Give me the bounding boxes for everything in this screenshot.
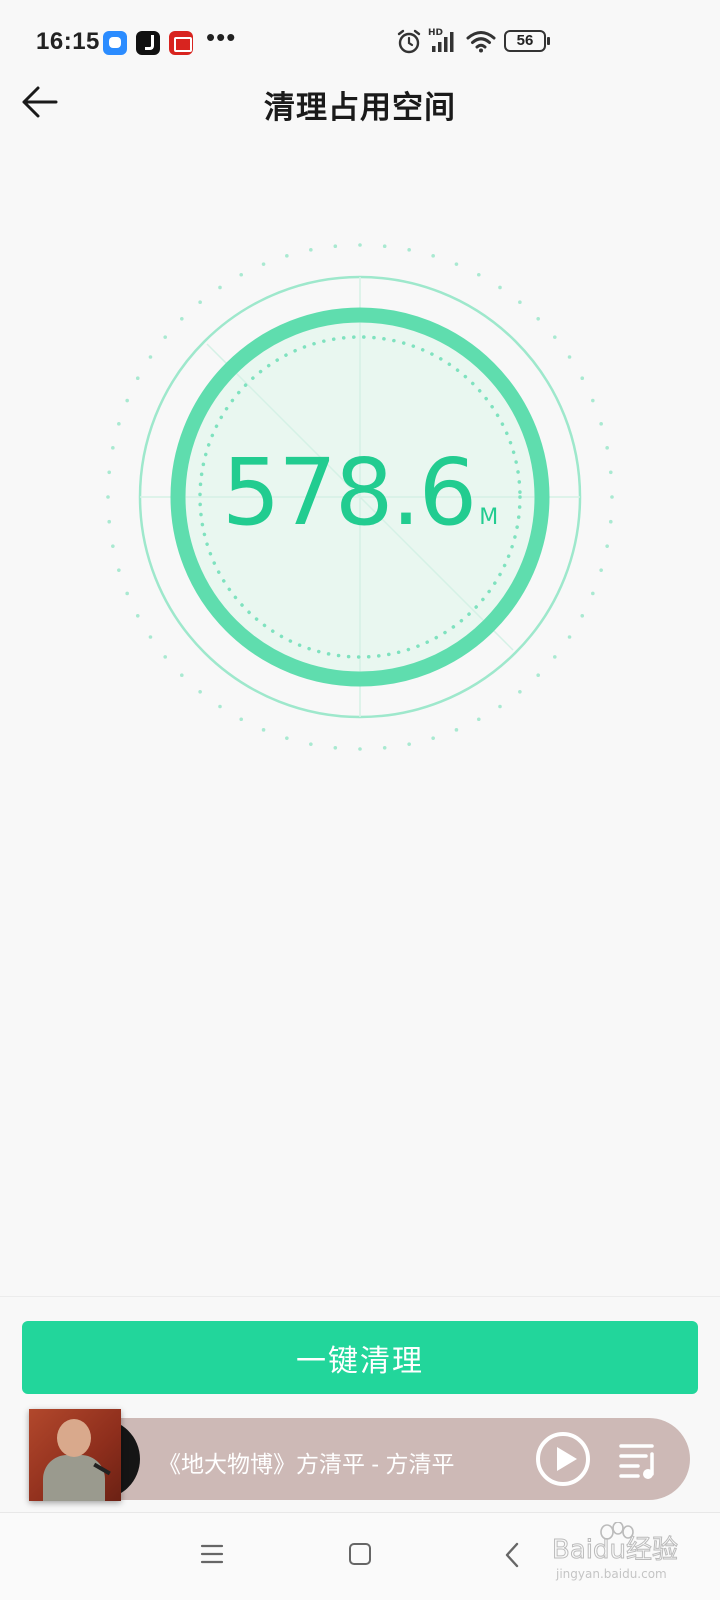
status-bar: 16:15 ••• HD 56 [0,0,720,78]
hd-label: HD [428,28,443,38]
back-icon[interactable] [500,1541,526,1569]
ring-dot [553,335,557,339]
storage-value: 578.6 [221,439,477,546]
ring-dot [198,300,202,304]
ring-dot [580,376,585,381]
watermark-url: jingyan.baidu.com [555,1567,667,1581]
ring-dot [599,422,603,426]
ring-dot [333,745,338,750]
wifi-icon [466,31,496,53]
ring-dot [125,398,129,403]
ring-dot [180,673,184,677]
hd-signal-icon: HD [428,28,454,52]
ring-dot [135,376,140,381]
ring-dot [117,422,121,426]
alarm-icon [397,29,421,54]
playlist-icon [619,1444,654,1479]
playlist-button[interactable] [618,1440,662,1480]
ring-dot [476,717,481,722]
ring-dot [239,717,244,722]
ring-dot [135,613,140,618]
ring-dot [180,317,184,321]
ring-dot [382,244,387,249]
ring-dot [198,690,202,694]
ring-dot [553,655,557,659]
ring-dot [599,568,603,572]
ring-dot [407,248,411,252]
ring-dot [536,317,540,321]
ring-dot [218,704,222,709]
ring-dot [536,673,540,677]
ring-dot [591,398,595,403]
more-notifications-icon: ••• [206,22,237,52]
ring-dot [163,655,167,659]
ring-dot [309,742,313,746]
ring-dot [580,613,585,618]
one-click-clean-button[interactable]: 一键清理 [22,1321,698,1394]
battery-indicator: 56 [504,30,550,52]
ring-dot [431,254,435,258]
home-icon[interactable] [349,1543,371,1565]
ring-dot [431,736,435,740]
ring-dot [382,745,387,750]
ring-dot [358,747,362,751]
watermark-brand: Baidu经验 [552,1535,678,1565]
page-title: 清理占用空间 [264,90,456,125]
ring-dot [591,591,595,596]
bottom-divider [0,1296,720,1297]
ring-dot [498,285,502,290]
ring-dot [358,243,362,247]
storage-gauge: 578.6 M [95,232,625,762]
play-button[interactable] [536,1432,590,1486]
ring-dot [518,690,522,694]
toutiao-icon [169,31,193,55]
ring-dot [567,635,572,639]
ring-dot [454,728,459,732]
menu-icon[interactable] [200,1543,224,1565]
baidu-watermark: Baidu经验 jingyan.baidu.com [552,1522,678,1581]
ring-dot [148,635,153,639]
status-time: 16:15 [36,28,100,55]
ring-dot [125,591,129,596]
ring-dot [148,355,153,359]
tiktok-icon [136,31,160,55]
ring-dot [498,704,502,709]
ring-dot [117,568,121,572]
ring-dot [218,285,222,290]
ring-dot [239,272,244,277]
ring-dot [333,244,338,249]
ring-dot [261,728,266,732]
ring-dot [407,742,411,746]
song-title[interactable]: 《地大物博》方清平 - 方清平 [158,1445,454,1479]
album-cover[interactable] [29,1409,121,1501]
ring-dot [261,262,266,266]
ring-dot [476,272,481,277]
ring-dot [163,335,167,339]
ring-dot [518,300,522,304]
ring-dot [567,355,572,359]
ring-dot [285,254,289,258]
gauge-readout: 578.6 M [95,439,625,546]
ring-dot [454,262,459,266]
storage-unit: M [479,505,499,530]
chat-app-icon [103,31,127,55]
ring-dot [285,736,289,740]
ring-dot [309,248,313,252]
